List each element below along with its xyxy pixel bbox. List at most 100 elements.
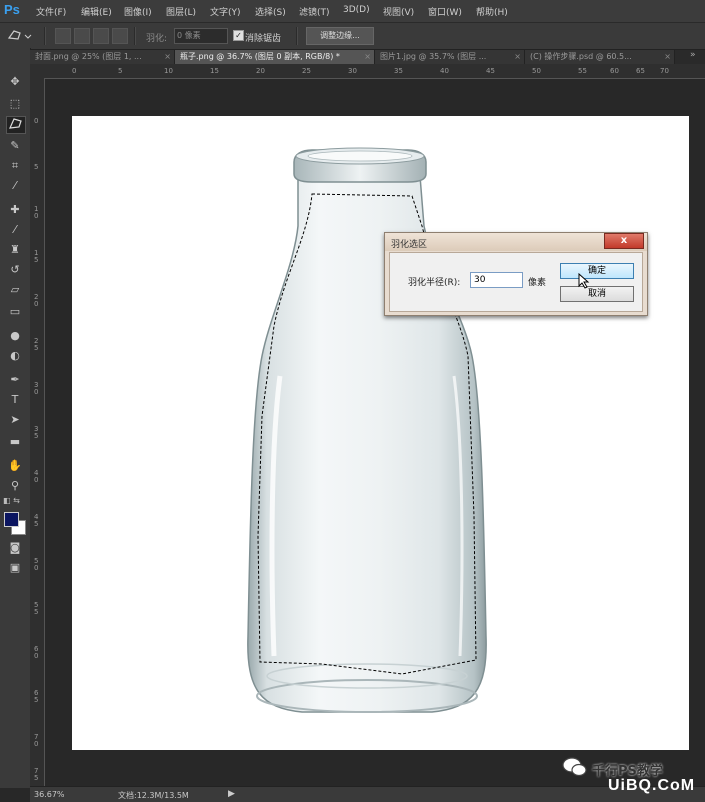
stamp-icon[interactable]: ♜ — [6, 242, 24, 258]
menu-window[interactable]: 窗口(W) — [428, 5, 462, 18]
default-colors-icon[interactable]: ◧ ⇆ — [3, 496, 20, 505]
feather-input[interactable]: 0 像素 — [174, 28, 228, 44]
ruler-tick: 2 0 — [34, 293, 39, 308]
ruler-tick: 0 — [72, 67, 77, 75]
quick-select-icon[interactable]: ✎ — [6, 138, 24, 154]
healing-icon[interactable]: ✚ — [6, 202, 24, 218]
app-logo: Ps — [4, 2, 20, 17]
ruler-tick: 4 5 — [34, 513, 39, 528]
ruler-tick: 5 — [118, 67, 123, 75]
menu-3d[interactable]: 3D(D) — [343, 5, 370, 15]
lasso-preset-icon[interactable] — [6, 28, 32, 44]
close-icon[interactable]: × — [664, 50, 671, 64]
menu-file[interactable]: 文件(F) — [36, 5, 66, 18]
tab-cover[interactable]: 封面.png @ 25% (图层 1, ... × — [30, 50, 175, 64]
new-selection-icon[interactable] — [55, 28, 71, 44]
document-tabs: 封面.png @ 25% (图层 1, ... × 瓶子.png @ 36.7% … — [30, 50, 705, 64]
close-icon[interactable]: × — [514, 50, 521, 64]
tab-overflow-icon[interactable]: » — [690, 50, 696, 60]
dialog-titlebar[interactable]: 羽化选区 x — [385, 233, 647, 251]
ruler-tick: 15 — [210, 67, 219, 75]
antialias-label: 消除锯齿 — [245, 34, 282, 44]
subtract-selection-icon[interactable] — [93, 28, 109, 44]
ruler-tick: 3 0 — [34, 381, 39, 396]
menu-edit[interactable]: 编辑(E) — [81, 5, 112, 18]
ruler-tick: 65 — [636, 67, 645, 75]
pen-icon[interactable]: ✒ — [6, 372, 24, 388]
menu-help[interactable]: 帮助(H) — [476, 5, 508, 18]
refine-edge-button[interactable]: 调整边缘... — [306, 27, 374, 45]
ruler-tick: 3 5 — [34, 425, 39, 440]
move-icon[interactable]: ✥ — [6, 74, 24, 90]
menu-filter[interactable]: 滤镜(T) — [299, 5, 330, 18]
menu-view[interactable]: 视图(V) — [383, 5, 414, 18]
status-bar: 36.67% 文档:12.3M/13.5M ▶ — [30, 786, 705, 802]
unit-label: 像素 — [528, 278, 547, 288]
type-icon[interactable]: T — [6, 392, 24, 408]
menu-layer[interactable]: 图层(L) — [166, 5, 196, 18]
close-icon[interactable]: x — [604, 233, 644, 249]
blur-icon[interactable]: ● — [6, 328, 24, 344]
bottle-image — [247, 147, 487, 713]
foreground-color-swatch[interactable] — [4, 512, 19, 527]
ruler-tick: 0 — [34, 117, 39, 125]
close-icon[interactable]: × — [364, 50, 371, 64]
ruler-tick: 5 — [34, 163, 39, 171]
ruler-tick: 1 5 — [34, 249, 39, 264]
zoom-icon[interactable]: ⚲ — [6, 478, 24, 494]
dialog-body: 羽化半径(R): 30 像素 确定 取消 — [389, 252, 643, 312]
toolbox: ✥ ⬚ ✎ ⌗ ⁄ ✚ ⁄ ♜ ↺ ▱ ▭ ● ◐ ✒ T ➤ ▬ ✋ ⚲ ◧ … — [0, 48, 31, 788]
screen-mode-icon[interactable]: ▣ — [6, 560, 24, 576]
ok-button[interactable]: 确定 — [560, 263, 634, 279]
ruler-tick: 60 — [610, 67, 619, 75]
ruler-tick: 6 5 — [34, 689, 39, 704]
ruler-tick: 7 0 — [34, 733, 39, 748]
eyedropper-icon[interactable]: ⁄ — [6, 178, 24, 194]
feather-radius-label: 羽化半径(R): — [408, 278, 461, 288]
ruler-tick: 40 — [440, 67, 449, 75]
ruler-tick: 4 0 — [34, 469, 39, 484]
ruler-tick: 10 — [164, 67, 173, 75]
zoom-level[interactable]: 36.67% — [34, 790, 65, 799]
lasso-icon[interactable] — [6, 116, 26, 134]
vertical-ruler: 0 5 1 0 1 5 2 0 2 5 3 0 3 5 4 0 4 5 5 0 … — [30, 78, 45, 786]
tab-steps[interactable]: (C) 操作步骤.psd @ 60.5... × — [525, 50, 675, 64]
close-icon[interactable]: × — [164, 50, 171, 64]
history-brush-icon[interactable]: ↺ — [6, 262, 24, 278]
feather-dialog: 羽化选区 x 羽化半径(R): 30 像素 确定 取消 — [384, 232, 648, 316]
quick-mask-icon[interactable]: ◙ — [6, 540, 24, 556]
feather-radius-input[interactable]: 30 — [470, 272, 523, 288]
hand-icon[interactable]: ✋ — [6, 458, 24, 474]
ruler-tick: 5 0 — [34, 557, 39, 572]
intersect-selection-icon[interactable] — [112, 28, 128, 44]
menu-image[interactable]: 图像(I) — [124, 5, 152, 18]
watermark-brand: UiBQ.CoM — [608, 777, 696, 794]
menu-type[interactable]: 文字(Y) — [210, 5, 241, 18]
path-select-icon[interactable]: ➤ — [6, 412, 24, 428]
eraser-icon[interactable]: ▱ — [6, 282, 24, 298]
document-canvas[interactable] — [72, 116, 689, 750]
options-bar: 羽化: 0 像素 ✓ 消除锯齿 调整边缘... — [0, 22, 705, 50]
add-selection-icon[interactable] — [74, 28, 90, 44]
ruler-tick: 6 0 — [34, 645, 39, 660]
shape-icon[interactable]: ▬ — [6, 434, 24, 450]
menu-bar: Ps 文件(F) 编辑(E) 图像(I) 图层(L) 文字(Y) 选择(S) 滤… — [0, 0, 705, 22]
tab-bottle[interactable]: 瓶子.png @ 36.7% (图层 0 副本, RGB/8) * × — [175, 50, 375, 64]
marquee-icon[interactable]: ⬚ — [6, 96, 24, 112]
dodge-icon[interactable]: ◐ — [6, 348, 24, 364]
menu-select[interactable]: 选择(S) — [255, 5, 286, 18]
brush-icon[interactable]: ⁄ — [6, 222, 24, 238]
ruler-tick: 1 0 — [34, 205, 39, 220]
cancel-button[interactable]: 取消 — [560, 286, 634, 302]
ruler-tick: 20 — [256, 67, 265, 75]
tab-image1[interactable]: 图片1.jpg @ 35.7% (图层 ... × — [375, 50, 525, 64]
feather-label: 羽化: — [146, 34, 168, 44]
ruler-tick: 50 — [532, 67, 541, 75]
gradient-icon[interactable]: ▭ — [6, 304, 24, 320]
mouse-cursor-icon — [578, 273, 590, 289]
ruler-tick: 55 — [578, 67, 587, 75]
status-menu-arrow-icon[interactable]: ▶ — [228, 789, 235, 799]
antialias-checkbox[interactable]: ✓ — [233, 30, 244, 41]
ruler-tick: 70 — [660, 67, 669, 75]
crop-icon[interactable]: ⌗ — [6, 158, 24, 174]
